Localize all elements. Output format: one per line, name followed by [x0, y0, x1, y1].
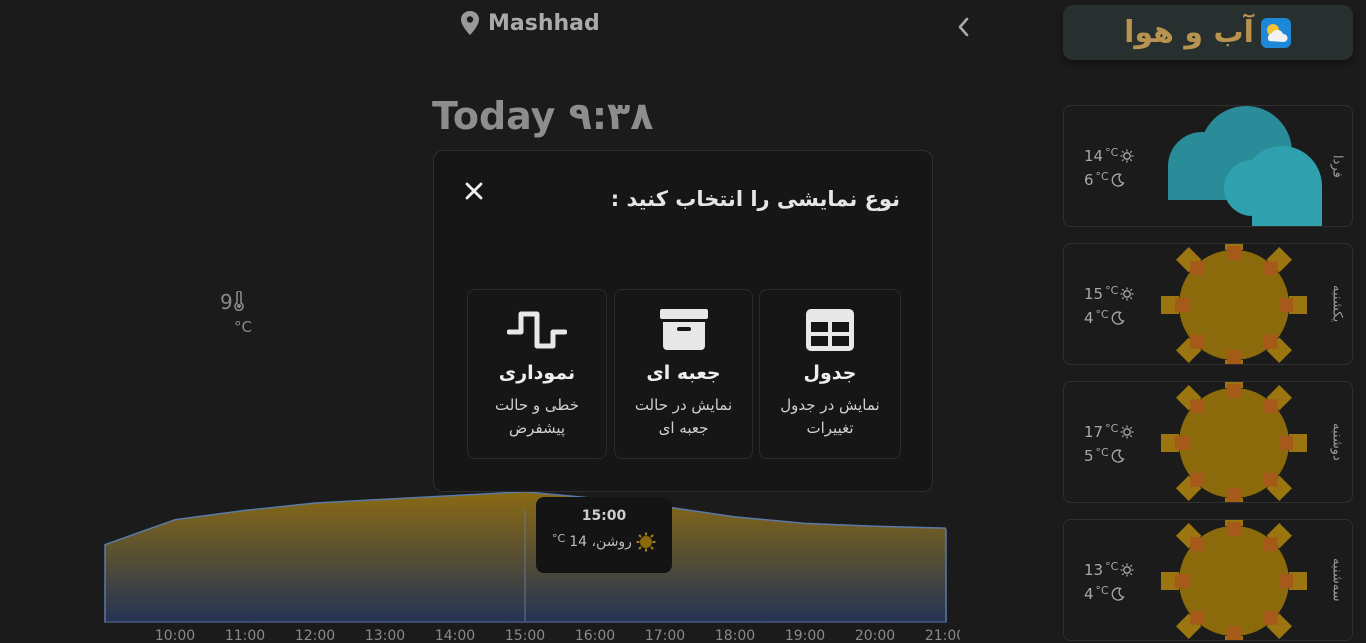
- x-tick-label: 18:00: [715, 628, 755, 643]
- temp-unit: °C: [1095, 584, 1109, 597]
- moon-icon: [1111, 173, 1125, 187]
- forecast-day-name: فردا: [1329, 154, 1345, 178]
- option-title: جدول: [803, 362, 857, 384]
- high-temp: 14 °C: [1084, 144, 1140, 168]
- line-chart-icon: [507, 311, 567, 349]
- forecast-day-name: دوشنبه: [1329, 423, 1345, 461]
- forecast-temps: 14 °C 6 °C: [1084, 144, 1140, 192]
- low-temp-value: 5: [1084, 447, 1094, 465]
- temp-unit: °C: [1105, 422, 1119, 435]
- sun-small-icon: [1120, 149, 1134, 163]
- chevron-left-icon[interactable]: [950, 12, 976, 42]
- tooltip-unit: °C: [552, 532, 566, 545]
- x-tick-label: 10:00: [155, 628, 195, 643]
- moon-icon: [1111, 311, 1125, 325]
- app-header: آب و هوا: [1063, 5, 1353, 60]
- weather-app: Mashhad Today ۹:۳۸ 9 °C 10:00 11:00 12:00 1…: [0, 0, 1366, 643]
- temp-unit: °C: [1095, 308, 1109, 321]
- sun-small-icon: [1120, 563, 1134, 577]
- x-tick-label: 19:00: [785, 628, 825, 643]
- high-temp: 17 °C: [1084, 420, 1140, 444]
- weather-app-icon: [1260, 17, 1291, 48]
- temp-unit: °C: [1095, 170, 1109, 183]
- page-title: Today ۹:۳۸: [432, 94, 654, 138]
- moon-icon: [1111, 587, 1125, 601]
- x-tick-label: 15:00: [505, 628, 545, 643]
- forecast-day-card[interactable]: دوشنبه 17 °C 5 °C: [1063, 381, 1353, 503]
- option-title: نموداری: [498, 362, 576, 384]
- temperature-unit: °C: [234, 318, 252, 336]
- option-line-chart[interactable]: نموداری خطی و حالت پیشفرض: [467, 289, 607, 459]
- option-box[interactable]: جعبه ای نمایش در حالت جعبه ای: [614, 289, 753, 459]
- forecast-day-name: یکشنبه: [1329, 285, 1345, 323]
- high-temp-value: 17: [1084, 423, 1104, 441]
- sun-icon: [1161, 382, 1307, 502]
- high-temp-value: 14: [1084, 147, 1104, 165]
- sun-icon: [636, 532, 656, 552]
- option-description: نمایش در جدول تغییرات: [780, 396, 880, 437]
- chart-tooltip: 15:00 °C روشن، 14: [536, 497, 672, 573]
- tooltip-time: 15:00: [581, 508, 627, 524]
- cloud-icon: [1168, 106, 1322, 226]
- table-icon: [806, 309, 854, 351]
- moon-icon: [1111, 449, 1125, 463]
- temp-unit: °C: [1105, 146, 1119, 159]
- box-icon: [659, 309, 708, 350]
- low-temp-value: 4: [1084, 585, 1094, 603]
- x-tick-label: 11:00: [225, 628, 265, 643]
- forecast-day-card[interactable]: فردا 14 °C 6 °C: [1063, 105, 1353, 227]
- low-temp: 5 °C: [1084, 444, 1140, 468]
- forecast-temps: 17 °C 5 °C: [1084, 420, 1140, 468]
- temp-unit: °C: [1095, 446, 1109, 459]
- forecast-day-card[interactable]: یکشنبه 15 °C 4 °C: [1063, 243, 1353, 365]
- tooltip-text: روشن، 14: [569, 534, 632, 550]
- low-temp: 4 °C: [1084, 582, 1140, 606]
- low-temp: 4 °C: [1084, 306, 1140, 330]
- forecast-temps: 15 °C 4 °C: [1084, 282, 1140, 330]
- sun-icon: [1161, 244, 1307, 364]
- high-temp-value: 15: [1084, 285, 1104, 303]
- option-description: خطی و حالت پیشفرض: [494, 396, 579, 437]
- location-name: Mashhad: [488, 10, 600, 36]
- low-temp-value: 4: [1084, 309, 1094, 327]
- hourly-temperature-chart[interactable]: 10:00 11:00 12:00 13:00 14:00 15:00 16:00 17:00…: [0, 470, 960, 643]
- high-temp-value: 13: [1084, 561, 1104, 579]
- forecast-day-card[interactable]: سه‌شنبه 13 °C 4 °C: [1063, 519, 1353, 641]
- temp-unit: °C: [1105, 560, 1119, 573]
- sun-small-icon: [1120, 425, 1134, 439]
- high-temp: 15 °C: [1084, 282, 1140, 306]
- forecast-temps: 13 °C 4 °C: [1084, 558, 1140, 606]
- sun-small-icon: [1120, 287, 1134, 301]
- low-temp: 6 °C: [1084, 168, 1140, 192]
- current-temperature: 9 °C: [220, 290, 252, 336]
- temp-unit: °C: [1105, 284, 1119, 297]
- x-tick-label: 20:00: [855, 628, 895, 643]
- x-tick-label: 14:00: [435, 628, 475, 643]
- low-temp-value: 6: [1084, 171, 1094, 189]
- sun-icon: [1161, 520, 1307, 640]
- high-temp: 13 °C: [1084, 558, 1140, 582]
- option-title: جعبه ای: [646, 362, 721, 384]
- temperature-value: 9: [220, 290, 233, 314]
- app-name: آب و هوا: [1124, 15, 1254, 50]
- x-axis-ticks: 10:00 11:00 12:00 13:00 14:00 15:00 16:00 17:00…: [155, 628, 960, 643]
- option-table[interactable]: جدول نمایش در جدول تغییرات: [759, 289, 901, 459]
- x-tick-label: 21:00: [925, 628, 960, 643]
- thermometer-icon: [233, 290, 244, 312]
- display-type-dialog: نوع نمایشی را انتخاب کنید : جدول نمایش د…: [433, 150, 933, 492]
- forecast-day-name: سه‌شنبه: [1329, 558, 1345, 602]
- x-tick-label: 17:00: [645, 628, 685, 643]
- option-description: نمایش در حالت جعبه ای: [634, 396, 733, 437]
- dialog-title: نوع نمایشی را انتخاب کنید :: [610, 187, 900, 211]
- close-icon[interactable]: [462, 179, 486, 203]
- x-tick-label: 12:00: [295, 628, 335, 643]
- x-tick-label: 16:00: [575, 628, 615, 643]
- location-pin-icon: [461, 11, 479, 35]
- location-label[interactable]: Mashhad: [460, 10, 600, 36]
- x-tick-label: 13:00: [365, 628, 405, 643]
